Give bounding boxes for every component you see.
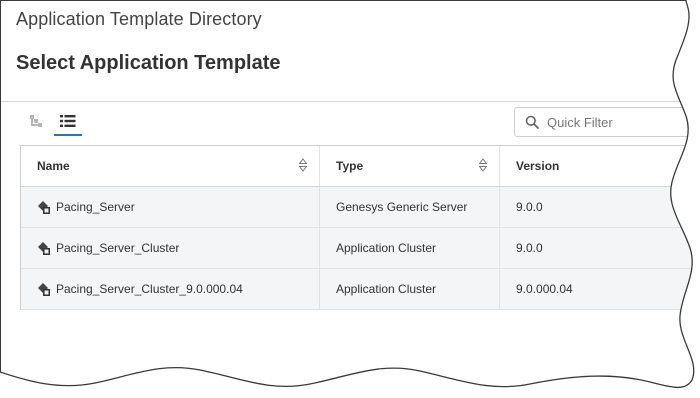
cell-type: Application Cluster bbox=[320, 228, 500, 268]
search-icon bbox=[525, 115, 539, 129]
table-row[interactable]: Pacing_Server_Cluster_9.0.000.04 Applica… bbox=[21, 269, 700, 310]
sort-icon[interactable] bbox=[299, 158, 307, 172]
column-header-label: Type bbox=[336, 159, 364, 173]
list-view-button[interactable] bbox=[54, 108, 82, 136]
cell-type: Application Cluster bbox=[320, 269, 500, 309]
column-header-label: Name bbox=[37, 159, 70, 173]
header-divider bbox=[0, 101, 700, 102]
table-row[interactable]: Pacing_Server Genesys Generic Server 9.0… bbox=[21, 187, 700, 228]
sort-icon[interactable] bbox=[479, 158, 487, 172]
cell-type: Genesys Generic Server bbox=[320, 187, 500, 227]
breadcrumb: Application Template Directory bbox=[16, 9, 262, 29]
template-directory-panel: Application Template Directory Select Ap… bbox=[0, 0, 700, 398]
table-row[interactable]: Pacing_Server_Cluster Application Cluste… bbox=[21, 228, 700, 269]
list-icon bbox=[60, 115, 76, 127]
template-table: Name Type Version Pacing_Server Genesys … bbox=[20, 145, 700, 310]
application-template-icon bbox=[38, 241, 50, 255]
template-name: Pacing_Server_Cluster_9.0.000.04 bbox=[56, 282, 243, 296]
cell-name: Pacing_Server_Cluster bbox=[21, 228, 320, 268]
application-template-icon bbox=[38, 282, 50, 296]
cell-version: 9.0.0 bbox=[516, 241, 543, 255]
page-title: Select Application Template bbox=[16, 52, 281, 74]
cell-name: Pacing_Server_Cluster_9.0.000.04 bbox=[21, 269, 320, 309]
cell-name: Pacing_Server bbox=[21, 187, 320, 227]
table-header-row: Name Type Version bbox=[21, 146, 700, 187]
hierarchy-view-button[interactable] bbox=[22, 108, 50, 134]
template-name: Pacing_Server_Cluster bbox=[56, 241, 180, 255]
column-header-type[interactable]: Type bbox=[320, 146, 500, 186]
hierarchy-icon bbox=[30, 115, 42, 127]
application-template-icon bbox=[38, 200, 50, 214]
column-header-name[interactable]: Name bbox=[21, 146, 320, 186]
quick-filter-input[interactable] bbox=[547, 113, 697, 131]
screenshot-frame: Application Template Directory Select Ap… bbox=[0, 0, 700, 398]
column-header-version[interactable]: Version bbox=[500, 146, 700, 186]
template-name: Pacing_Server bbox=[56, 200, 135, 214]
quick-filter[interactable] bbox=[514, 107, 700, 137]
column-header-label: Version bbox=[516, 159, 560, 173]
cell-version: 9.0.0 bbox=[516, 200, 543, 214]
cell-version: 9.0.000.04 bbox=[516, 282, 573, 296]
